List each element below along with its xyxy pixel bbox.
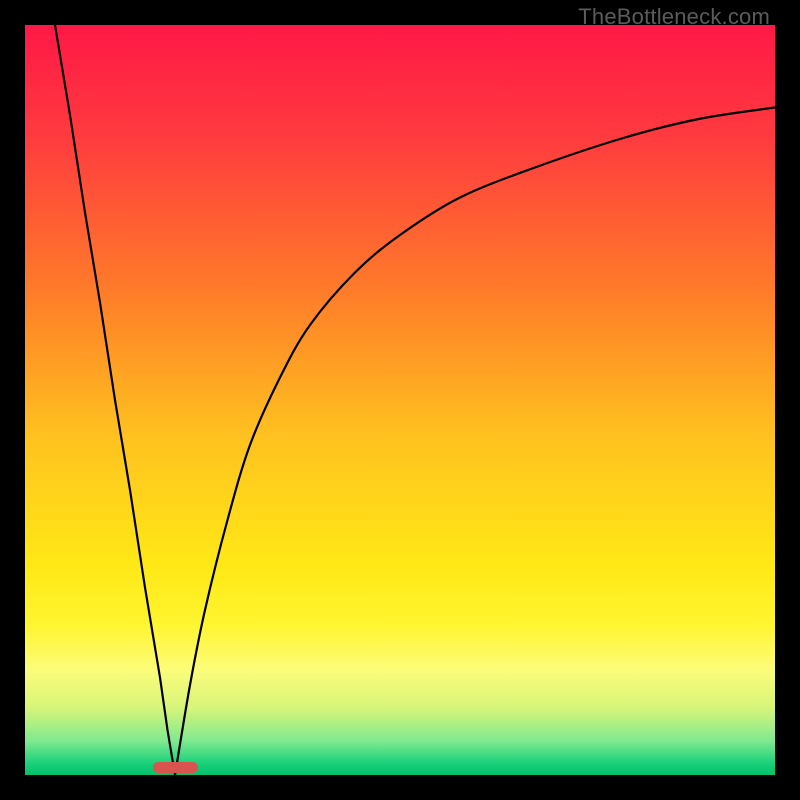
watermark-text: TheBottleneck.com <box>578 4 770 30</box>
plot-frame <box>25 25 775 775</box>
bottleneck-curve <box>25 25 775 775</box>
optimal-marker <box>153 762 198 773</box>
